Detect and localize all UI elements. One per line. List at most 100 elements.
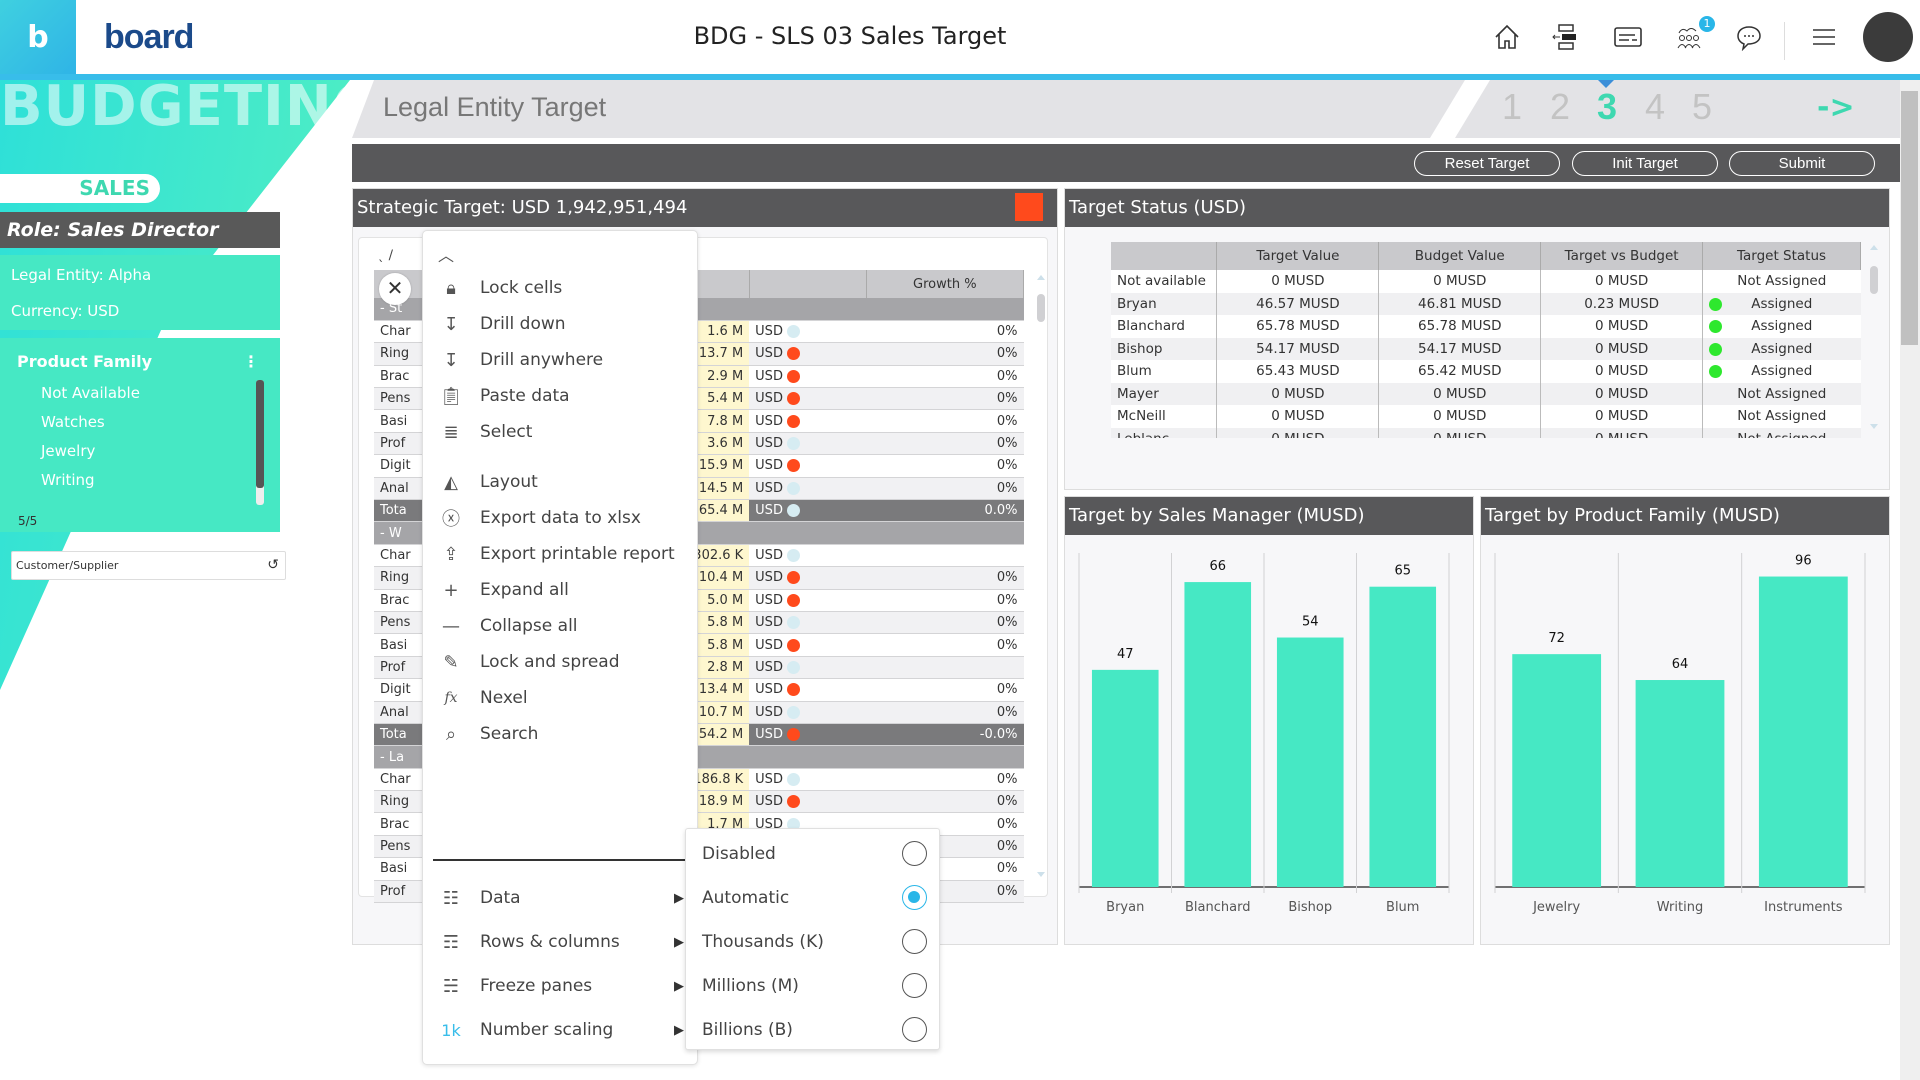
menu-item-export-data-to-xlsx[interactable]: ⓧ Export data to xlsx: [422, 500, 698, 536]
chat-icon[interactable]: [1733, 22, 1765, 52]
scaling-option[interactable]: Billions (B): [686, 1008, 941, 1052]
scaling-option[interactable]: Automatic: [686, 876, 941, 920]
radio-button[interactable]: [902, 841, 927, 866]
row-label[interactable]: Basi: [374, 633, 422, 657]
column-header[interactable]: [749, 270, 867, 298]
column-header[interactable]: [1111, 242, 1218, 270]
product-family-item[interactable]: Writing: [41, 471, 95, 489]
currency-label: Currency: USD: [11, 302, 120, 320]
radio-button[interactable]: [902, 973, 927, 998]
product-family-item[interactable]: Not Available: [41, 384, 140, 402]
row-label[interactable]: - La: [374, 745, 422, 769]
close-menu-button[interactable]: ✕: [379, 273, 411, 305]
product-family-item[interactable]: Jewelry: [41, 442, 95, 460]
step-4[interactable]: 4: [1645, 86, 1665, 128]
scaling-option[interactable]: Thousands (K): [686, 920, 941, 964]
bar-instruments[interactable]: [1758, 576, 1848, 887]
grid-tools[interactable]: ˎ ∕: [378, 248, 393, 263]
bar-blanchard[interactable]: [1184, 582, 1252, 887]
screen-icon[interactable]: [1612, 22, 1644, 52]
row-label[interactable]: Digit: [374, 454, 422, 478]
more-options-icon[interactable]: ⋮: [243, 352, 259, 371]
bar-writing[interactable]: [1635, 680, 1725, 887]
row-label[interactable]: Tota: [374, 499, 422, 523]
menu-item-rows-columns[interactable]: ☶ Rows & columns ▶: [422, 924, 698, 960]
step-5[interactable]: 5: [1692, 86, 1712, 128]
chevron-up-icon[interactable]: ︿: [438, 242, 454, 266]
bar-bryan[interactable]: [1091, 669, 1159, 887]
radio-button[interactable]: [902, 885, 927, 910]
menu-item-select[interactable]: ≣ Select: [422, 414, 698, 450]
row-label[interactable]: Char: [374, 768, 422, 792]
row-label[interactable]: Pens: [374, 387, 422, 411]
row-label[interactable]: Char: [374, 544, 422, 568]
page-scrollbar-thumb[interactable]: [1901, 91, 1918, 345]
customer-supplier-selector[interactable]: Customer/Supplier ↺: [11, 551, 286, 580]
menu-icon[interactable]: [1808, 22, 1840, 52]
submit-button[interactable]: Submit: [1729, 151, 1875, 176]
bar-bishop[interactable]: [1276, 637, 1344, 887]
row-label[interactable]: Brac: [374, 365, 422, 389]
menu-item-number-scaling[interactable]: 1k Number scaling ▶: [422, 1012, 698, 1048]
row-label[interactable]: Prof: [374, 656, 422, 680]
menu-item-layout[interactable]: ◭ Layout: [422, 464, 698, 500]
row-label[interactable]: Prof: [374, 432, 422, 456]
radio-button[interactable]: [902, 1017, 927, 1042]
column-header[interactable]: Target vs Budget: [1540, 242, 1704, 270]
next-page-button[interactable]: ->: [1817, 90, 1855, 125]
grid-scrollbar[interactable]: [1035, 272, 1047, 882]
step-1[interactable]: 1: [1502, 86, 1522, 128]
status-scrollbar[interactable]: [1868, 242, 1880, 432]
home-icon[interactable]: [1491, 22, 1523, 52]
row-label[interactable]: Tota: [374, 723, 422, 747]
app-logo-icon[interactable]: b: [0, 0, 76, 74]
bar-jewelry[interactable]: [1512, 654, 1602, 887]
bar-blum[interactable]: [1369, 586, 1437, 887]
menu-item-lock-cells[interactable]: 🔒︎ Lock cells: [422, 270, 698, 306]
refresh-icon[interactable]: ↺: [267, 552, 279, 579]
row-label[interactable]: Anal: [374, 477, 422, 501]
scaling-option[interactable]: Disabled: [686, 832, 941, 876]
row-label[interactable]: Prof: [374, 880, 422, 904]
row-label[interactable]: - W: [374, 521, 422, 545]
scrollbar-thumb[interactable]: [256, 380, 264, 488]
menu-item-drill-down[interactable]: ↧ Drill down: [422, 306, 698, 342]
step-3[interactable]: 3: [1597, 86, 1617, 128]
row-label[interactable]: Basi: [374, 857, 422, 881]
column-header[interactable]: Budget Value: [1378, 242, 1542, 270]
scaling-option[interactable]: Millions (M): [686, 964, 941, 1008]
menu-item-data[interactable]: ☷ Data ▶: [422, 880, 698, 916]
init-target-button[interactable]: Init Target: [1572, 151, 1718, 176]
menu-item-search[interactable]: ⌕ Search: [422, 716, 698, 752]
reset-target-button[interactable]: Reset Target: [1414, 151, 1560, 176]
row-label[interactable]: Digit: [374, 678, 422, 702]
column-header[interactable]: Growth %: [866, 270, 1025, 298]
row-label[interactable]: Brac: [374, 812, 422, 836]
row-label[interactable]: Pens: [374, 611, 422, 635]
menu-item-freeze-panes[interactable]: ☵ Freeze panes ▶: [422, 968, 698, 1004]
menu-item-expand-all[interactable]: + Expand all: [422, 572, 698, 608]
row-label[interactable]: Brac: [374, 589, 422, 612]
row-label[interactable]: Ring: [374, 342, 422, 366]
menu-item-lock-and-spread[interactable]: ✎ Lock and spread: [422, 644, 698, 680]
avatar[interactable]: [1863, 12, 1913, 62]
menu-item-export-printable-report[interactable]: ⇪ Export printable report: [422, 536, 698, 572]
menu-item-paste-data[interactable]: 📋︎ Paste data: [422, 378, 698, 414]
radio-button[interactable]: [902, 929, 927, 954]
row-label[interactable]: Anal: [374, 701, 422, 724]
step-2[interactable]: 2: [1550, 86, 1570, 128]
row-label[interactable]: Ring: [374, 790, 422, 814]
product-family-item[interactable]: Watches: [41, 413, 105, 431]
row-label[interactable]: Basi: [374, 409, 422, 433]
menu-item-drill-anywhere[interactable]: ↧ Drill anywhere: [422, 342, 698, 378]
neutral-dot-icon: [787, 504, 801, 518]
select-icon[interactable]: [1549, 22, 1581, 52]
column-header[interactable]: Target Value: [1216, 242, 1380, 270]
menu-item-nexel[interactable]: fx Nexel: [422, 680, 698, 716]
row-label[interactable]: Pens: [374, 835, 422, 859]
row-label[interactable]: Ring: [374, 566, 422, 590]
row-label[interactable]: Char: [374, 320, 422, 344]
menu-item-collapse-all[interactable]: — Collapse all: [422, 608, 698, 644]
currency-cell: USD: [749, 589, 867, 612]
column-header[interactable]: Target Status: [1702, 242, 1861, 270]
